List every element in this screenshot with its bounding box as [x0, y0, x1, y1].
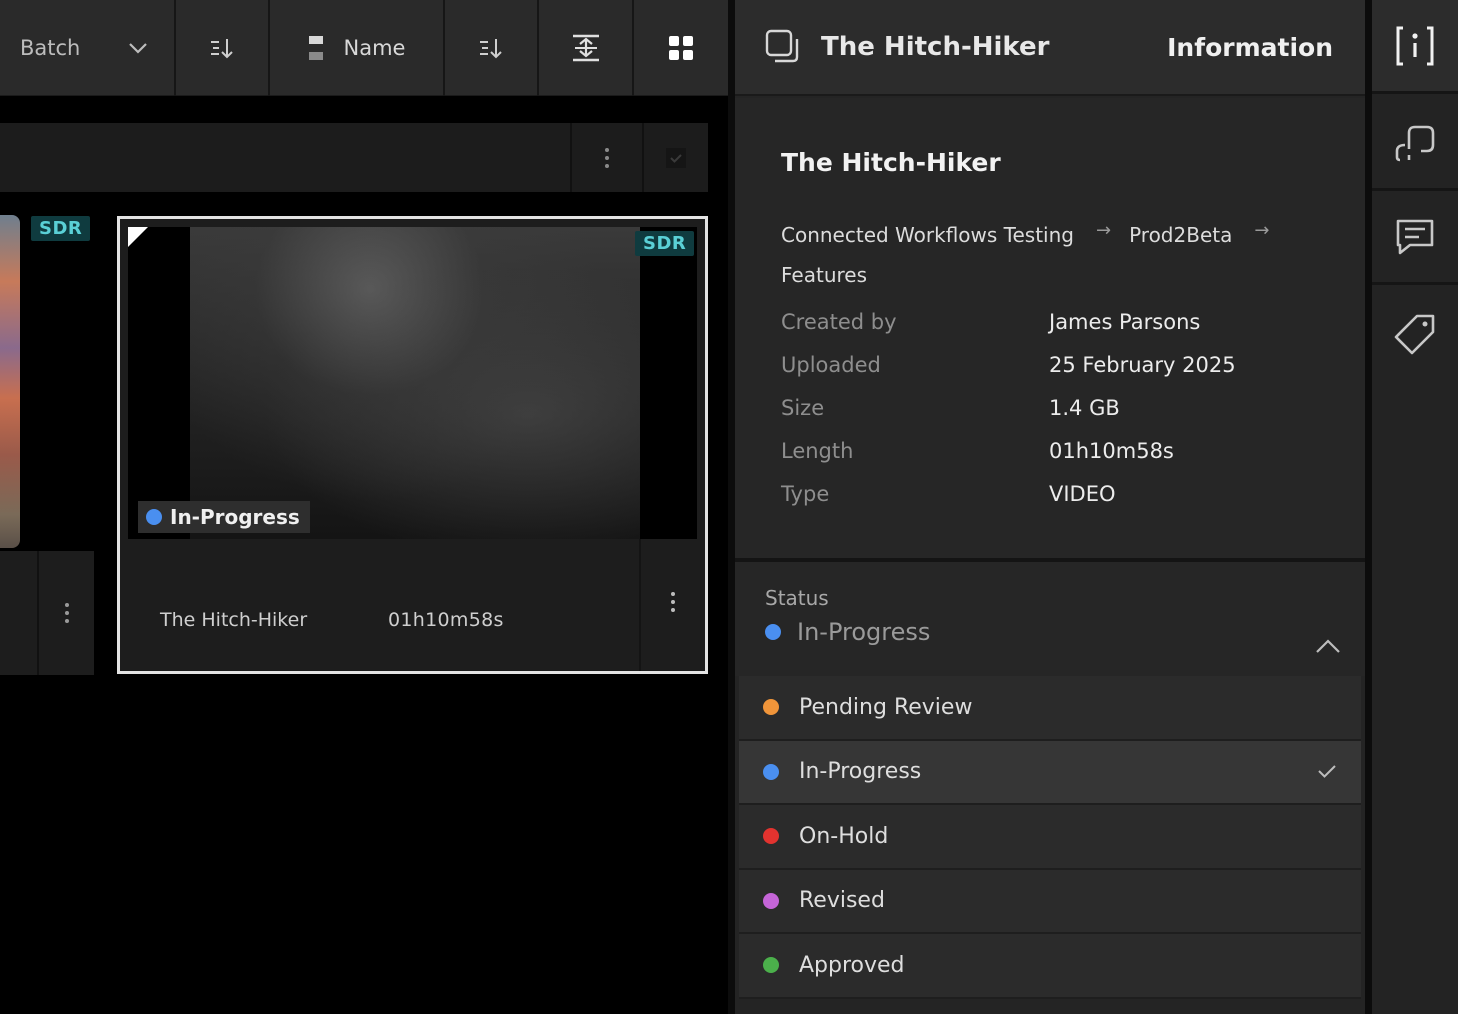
status-pill: In-Progress — [138, 501, 310, 533]
field-value: James Parsons — [1049, 310, 1201, 334]
arrow-right-icon: → — [1095, 220, 1112, 241]
status-option-label: In-Progress — [799, 759, 922, 785]
relink-icon — [1395, 125, 1435, 161]
sort-icon — [211, 39, 233, 59]
fit-height-icon — [572, 34, 599, 62]
asset-name-heading: The Hitch-Hiker — [781, 148, 1001, 177]
card-more-button[interactable] — [641, 539, 705, 671]
status-option-pending-review[interactable]: Pending Review — [739, 676, 1361, 741]
asset-metadata: The Hitch-Hiker Connected Workflows Test… — [735, 98, 1365, 558]
batch-dropdown[interactable]: Batch — [0, 0, 176, 96]
field-value: 1.4 GB — [1049, 396, 1120, 420]
side-rail — [1372, 0, 1458, 1014]
field-value: 01h10m58s — [1049, 439, 1174, 463]
status-dot-icon — [763, 892, 779, 909]
sort-icon — [480, 39, 502, 59]
tag-icon — [1394, 314, 1435, 355]
rail-info-button[interactable] — [1372, 0, 1458, 94]
checkmark-icon — [1318, 764, 1336, 778]
grid-view-button[interactable] — [634, 0, 728, 96]
batch-label: Batch — [20, 36, 81, 60]
sort-order-button[interactable] — [176, 0, 270, 96]
asset-stack-icon — [765, 29, 799, 63]
sdr-badge: SDR — [31, 216, 91, 241]
asset-title: The Hitch-Hiker — [160, 609, 308, 631]
field-value: VIDEO — [1049, 482, 1116, 506]
status-option-revised[interactable]: Revised — [739, 869, 1361, 934]
field-label: Length — [781, 439, 854, 463]
status-option-label: Revised — [799, 888, 885, 914]
field-value: 25 February 2025 — [1049, 353, 1236, 377]
arrow-right-icon: → — [1254, 220, 1270, 241]
info-icon — [1396, 26, 1434, 65]
status-label: Status — [765, 586, 829, 610]
more-vertical-icon — [605, 147, 609, 168]
browser-toolbar: Batch Name — [0, 0, 728, 96]
asset-length: 01h10m58s — [388, 609, 504, 631]
group-header-bar — [0, 123, 708, 192]
field-label: Uploaded — [781, 353, 881, 377]
asset-card-selected[interactable]: SDR In-Progress The Hitch-Hiker 01h10m58… — [117, 216, 708, 674]
video-frame — [190, 227, 640, 539]
status-dropdown[interactable]: Status In-Progress — [735, 562, 1365, 676]
chevron-up-icon[interactable] — [1315, 638, 1341, 654]
asset-card-footer — [0, 551, 94, 675]
status-pill-label: In-Progress — [170, 505, 300, 529]
sort-field-icon — [308, 36, 323, 60]
group-select-checkbox[interactable] — [642, 123, 708, 192]
group-more-button[interactable] — [570, 123, 642, 192]
sdr-badge: SDR — [635, 231, 695, 256]
status-dot-icon — [763, 699, 779, 716]
breadcrumb: Connected Workflows Testing → Prod2Beta → Fe… — [781, 216, 1301, 295]
more-vertical-icon — [671, 592, 675, 612]
status-current-value: In-Progress — [765, 618, 930, 646]
panel-section-title: Information — [1167, 32, 1333, 62]
asset-card-footer: The Hitch-Hiker 01h10m58s — [120, 539, 705, 671]
rail-comments-button[interactable] — [1372, 191, 1458, 285]
breadcrumb-item[interactable]: Prod2Beta — [1129, 223, 1232, 247]
checkbox-icon — [666, 147, 686, 168]
status-dot-icon — [763, 763, 779, 780]
status-option-in-progress[interactable]: In-Progress — [739, 740, 1361, 805]
status-option-approved[interactable]: Approved — [739, 934, 1361, 999]
status-dot-icon — [763, 957, 779, 974]
asset-thumbnail[interactable]: SDR In-Progress — [128, 227, 697, 539]
corner-flag-icon — [128, 227, 148, 247]
information-panel: The Hitch-Hiker Information The Hitch-Hi… — [735, 0, 1365, 1014]
status-dot-icon — [765, 624, 781, 640]
field-label: Type — [781, 482, 830, 506]
card-more-button[interactable] — [40, 551, 94, 675]
status-dot-icon — [146, 509, 162, 525]
rail-relink-button[interactable] — [1372, 97, 1458, 191]
panel-asset-title: The Hitch-Hiker — [821, 32, 1050, 62]
status-option-label: Pending Review — [799, 694, 973, 720]
more-vertical-icon — [65, 603, 69, 623]
sort-by-label: Name — [343, 36, 406, 60]
comments-icon — [1396, 219, 1434, 254]
status-option-on-hold[interactable]: On-Hold — [739, 805, 1361, 870]
asset-thumbnail[interactable] — [0, 215, 20, 548]
fit-to-height-button[interactable] — [539, 0, 634, 96]
sort-by-name-button[interactable]: Name — [270, 0, 445, 96]
status-options-list: Pending Review In-Progress On-Hold Revis… — [739, 676, 1361, 999]
status-option-label: On-Hold — [799, 823, 889, 849]
field-label: Created by — [781, 310, 897, 334]
sort-direction-button[interactable] — [445, 0, 539, 96]
breadcrumb-item[interactable]: Connected Workflows Testing — [781, 223, 1074, 247]
field-label: Size — [781, 396, 825, 420]
status-option-label: Approved — [799, 952, 905, 978]
status-dot-icon — [763, 828, 779, 845]
status-current-label: In-Progress — [797, 618, 931, 646]
chevron-down-icon — [129, 43, 147, 54]
rail-tags-button[interactable] — [1372, 288, 1458, 382]
breadcrumb-item[interactable]: Features — [781, 263, 867, 287]
panel-header: The Hitch-Hiker Information — [735, 0, 1365, 96]
grid-icon — [669, 36, 693, 60]
